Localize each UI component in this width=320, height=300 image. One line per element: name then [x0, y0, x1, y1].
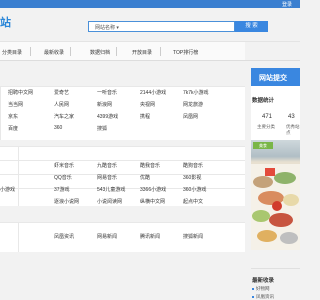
stat-label: 主要分类 — [257, 124, 275, 129]
site-link[interactable]: 人民网 — [54, 101, 69, 108]
site-link[interactable]: 7k7k小游戏 — [183, 89, 209, 96]
divider — [251, 268, 300, 269]
site-link[interactable]: 小说阅读网 — [97, 198, 122, 205]
site-link[interactable]: 汽车之家 — [54, 113, 74, 120]
site-link[interactable]: 酷狗音乐 — [183, 162, 203, 169]
site-link[interactable]: 4399游戏 — [97, 113, 118, 120]
featured-photo[interactable]: 美食 — [251, 140, 300, 250]
stat-value: 43 — [288, 114, 295, 120]
site-link[interactable]: 网易音乐 — [97, 174, 117, 181]
site-link[interactable]: 新浪网 — [97, 101, 112, 108]
divider — [0, 160, 245, 161]
divider — [0, 86, 1, 140]
nav-separator — [160, 47, 161, 56]
latest-item[interactable]: 凤凰资讯 — [252, 294, 274, 300]
site-link[interactable]: 酷我音乐 — [140, 162, 160, 169]
submit-site-button[interactable]: 网站提交 — [251, 68, 300, 86]
nav-item-open-directory[interactable]: 开放目录 — [132, 49, 152, 56]
top-bar: 登录 — [0, 0, 300, 8]
category-label[interactable]: 小游戏 — [0, 186, 15, 193]
site-link[interactable]: 凤凰网 — [183, 113, 198, 120]
site-link[interactable]: 搜狐新闻 — [183, 233, 203, 240]
site-link[interactable]: QQ音乐 — [54, 174, 72, 181]
divider — [0, 86, 245, 87]
site-link[interactable]: 优酷 — [140, 174, 150, 181]
site-link[interactable]: 百度 — [8, 125, 18, 132]
site-link[interactable]: 37游戏 — [54, 186, 70, 193]
divider — [18, 146, 19, 206]
site-link[interactable]: 360小游戏 — [183, 186, 206, 193]
stat-value: 471 — [262, 114, 273, 120]
nav-item-latest[interactable]: 最新收录 — [44, 49, 64, 56]
site-link[interactable]: 凤凰资讯 — [54, 233, 74, 240]
site-link[interactable]: 一听音乐 — [97, 89, 117, 96]
bullet-icon — [252, 295, 254, 298]
divider — [0, 174, 245, 175]
nav-item-archive[interactable]: 数据归档 — [90, 49, 110, 56]
site-link[interactable]: 搜狐 — [97, 125, 107, 132]
site-link[interactable]: 起点中文 — [183, 198, 203, 205]
stat-label: 优秀站点 — [286, 124, 300, 135]
site-link[interactable]: 虾米音乐 — [54, 162, 74, 169]
divider — [18, 222, 19, 252]
divider — [0, 146, 245, 147]
site-link[interactable]: 3366小游戏 — [140, 186, 166, 193]
login-link[interactable]: 登录 — [282, 1, 292, 8]
site-link[interactable]: 九酷音乐 — [97, 162, 117, 169]
site-link[interactable]: 纵横中文网 — [140, 198, 165, 205]
site-link[interactable]: 央视网 — [140, 101, 155, 108]
divider — [0, 60, 300, 61]
nav-separator — [30, 47, 31, 56]
search-input[interactable] — [123, 23, 223, 30]
stats-title: 数据统计 — [252, 98, 275, 104]
site-logo[interactable]: 站 — [0, 14, 11, 30]
site-link[interactable]: 当当网 — [8, 101, 23, 108]
site-link[interactable]: 360 — [54, 125, 62, 131]
links-panel-news — [0, 222, 245, 252]
site-link[interactable]: 543儿童游戏 — [97, 186, 125, 193]
nav-separator — [116, 47, 117, 56]
food-image — [251, 164, 300, 250]
latest-title: 最新收录 — [252, 278, 275, 284]
site-link[interactable]: 腾讯新闻 — [140, 233, 160, 240]
latest-item[interactable]: 好物网 — [252, 286, 270, 292]
site-link[interactable]: 网龙旅游 — [183, 101, 203, 108]
site-link[interactable]: 360影视 — [183, 174, 201, 181]
main-nav — [0, 42, 245, 60]
site-link[interactable]: 网易新闻 — [97, 233, 117, 240]
nav-item-top-ranking[interactable]: TOP排行榜 — [173, 49, 198, 56]
site-link[interactable]: 携程 — [140, 113, 150, 120]
latest-item-label: 好物网 — [256, 286, 270, 291]
site-link[interactable]: 招聘中文网 — [8, 89, 33, 96]
latest-item-label: 凤凰资讯 — [256, 294, 274, 299]
search-category-select[interactable]: 网站名称 ▾ — [95, 24, 119, 31]
bullet-icon — [252, 287, 254, 290]
search-box: 网站名称 ▾ — [88, 21, 235, 32]
site-link[interactable]: 逐浪小说网 — [54, 198, 79, 205]
nav-separator — [70, 47, 71, 56]
divider — [0, 222, 245, 223]
links-panel-media — [0, 146, 245, 206]
site-link[interactable]: 2144小游戏 — [140, 89, 166, 96]
site-link[interactable]: 爱奇艺 — [54, 89, 69, 96]
nav-item-categories[interactable]: 分类目录 — [2, 49, 22, 56]
submit-site-label: 网站提交 — [259, 75, 287, 82]
search-button[interactable]: 搜 索 — [235, 21, 268, 32]
site-link[interactable]: 京东 — [8, 113, 18, 120]
